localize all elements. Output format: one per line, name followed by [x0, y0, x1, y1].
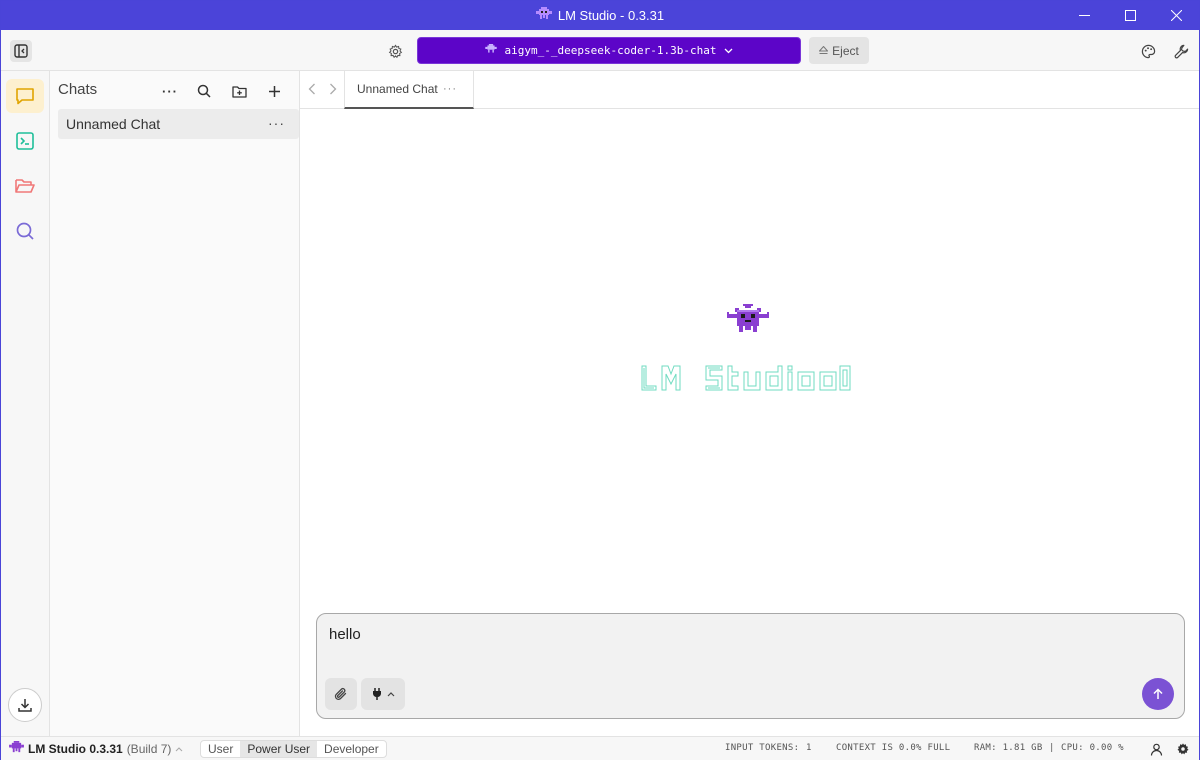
chats-panel: Chats ··· Unnamed Chat ···	[50, 71, 300, 736]
folder-plus-icon	[231, 85, 247, 98]
tab-menu-button[interactable]: ···	[443, 83, 457, 95]
window-title-text: LM Studio - 0.3.31	[557, 8, 665, 23]
status-bar: LM Studio 0.3.31 (Build 7) User Power Us…	[1, 736, 1199, 760]
new-folder-button[interactable]	[228, 80, 250, 102]
app-logo-icon	[535, 7, 552, 24]
chat-list-item[interactable]: Unnamed Chat ···	[58, 109, 299, 139]
account-button[interactable]	[1148, 741, 1164, 757]
window-controls	[1061, 1, 1199, 30]
wrench-icon	[1174, 44, 1188, 58]
model-icon	[484, 44, 497, 57]
search-icon	[16, 222, 34, 240]
minimize-button[interactable]	[1061, 1, 1107, 30]
rail-search-button[interactable]	[6, 214, 44, 248]
lm-studio-mascot-icon	[727, 304, 769, 343]
back-button[interactable]	[304, 81, 320, 97]
rail-chat-button[interactable]	[6, 79, 44, 113]
build-number: (Build 7)	[126, 742, 172, 756]
close-button[interactable]	[1153, 1, 1199, 30]
chats-search-button[interactable]	[193, 80, 215, 102]
paperclip-icon	[334, 687, 347, 700]
input-tokens-label: INPUT TOKENS:	[725, 743, 800, 753]
window-title: LM Studio - 0.3.31	[535, 7, 665, 24]
palette-icon	[1141, 44, 1155, 58]
downloads-button[interactable]	[8, 688, 42, 722]
mode-power-user[interactable]: Power User	[240, 741, 318, 757]
sidebar-toggle-button[interactable]	[10, 40, 32, 62]
lm-studio-ascii-logo	[640, 362, 852, 405]
chevron-down-icon	[724, 44, 733, 57]
more-icon: ···	[162, 83, 178, 99]
mode-user[interactable]: User	[201, 741, 240, 757]
minimize-icon	[1078, 15, 1090, 16]
eject-label: Eject	[832, 43, 859, 58]
eject-button[interactable]: Eject	[809, 37, 869, 64]
title-bar: LM Studio - 0.3.31	[1, 1, 1199, 30]
forward-button[interactable]	[325, 81, 341, 97]
cpu-usage: CPU: 0.00 %	[1061, 743, 1124, 753]
chats-more-button[interactable]: ···	[159, 80, 181, 102]
stats-separator: |	[1049, 743, 1055, 753]
model-settings-button[interactable]	[385, 41, 405, 61]
maximize-button[interactable]	[1107, 1, 1153, 30]
mode-switcher: User Power User Developer	[200, 740, 387, 758]
chevron-left-icon	[308, 83, 315, 95]
maximize-icon	[1124, 10, 1136, 21]
download-icon	[18, 699, 32, 712]
app-version: LM Studio 0.3.31 (Build 7)	[9, 741, 183, 757]
chat-item-label: Unnamed Chat	[66, 116, 161, 132]
model-name: aigym_-_deepseek-coder-1.3b-chat	[504, 44, 717, 57]
chevron-up-icon[interactable]	[175, 743, 183, 755]
rail-models-button[interactable]	[6, 169, 44, 203]
message-composer: hello	[316, 613, 1185, 719]
chats-title: Chats	[58, 81, 98, 98]
tab-unnamed-chat[interactable]: Unnamed Chat ···	[344, 71, 474, 109]
app-name: LM Studio 0.3.31	[28, 742, 123, 756]
sidebar-toggle-icon	[14, 44, 28, 58]
plus-icon	[268, 85, 280, 97]
chat-main-area: hello	[300, 109, 1199, 736]
search-icon	[197, 84, 211, 98]
chevron-up-icon	[387, 691, 395, 696]
model-selector[interactable]: aigym_-_deepseek-coder-1.3b-chat	[417, 37, 801, 64]
rail-developer-button[interactable]	[6, 124, 44, 158]
ram-usage: RAM: 1.81 GB	[974, 743, 1043, 753]
folder-icon	[15, 179, 35, 193]
tab-label: Unnamed Chat	[357, 82, 438, 96]
app-window: LM Studio - 0.3.31 aigym_-_deepseek-code…	[0, 0, 1200, 760]
settings-button[interactable]	[1171, 41, 1191, 61]
top-toolbar: aigym_-_deepseek-coder-1.3b-chat Eject	[1, 30, 1199, 71]
tab-bar: Unnamed Chat ···	[300, 71, 1199, 109]
message-input[interactable]: hello	[329, 626, 361, 643]
chat-item-menu-button[interactable]: ···	[268, 115, 285, 131]
theme-button[interactable]	[1138, 41, 1158, 61]
new-chat-button[interactable]	[263, 80, 285, 102]
app-settings-button[interactable]	[1175, 741, 1191, 757]
context-usage: CONTEXT IS 0.0% FULL	[836, 743, 951, 753]
terminal-icon	[16, 132, 34, 150]
eject-icon	[818, 44, 829, 58]
input-tokens-value: 1	[806, 743, 812, 753]
arrow-up-icon	[1153, 688, 1163, 699]
plug-icon	[373, 688, 381, 700]
left-nav-rail	[1, 71, 50, 736]
attach-file-button[interactable]	[325, 678, 357, 710]
user-icon	[1150, 743, 1162, 756]
send-button[interactable]	[1142, 678, 1174, 710]
integrations-button[interactable]	[361, 678, 405, 710]
gear-icon	[1177, 743, 1189, 755]
chat-icon	[16, 88, 34, 105]
chevron-right-icon	[330, 83, 337, 95]
close-icon	[1170, 10, 1182, 21]
mode-developer[interactable]: Developer	[317, 741, 386, 757]
gear-icon	[388, 43, 402, 58]
app-logo-icon	[9, 741, 24, 757]
